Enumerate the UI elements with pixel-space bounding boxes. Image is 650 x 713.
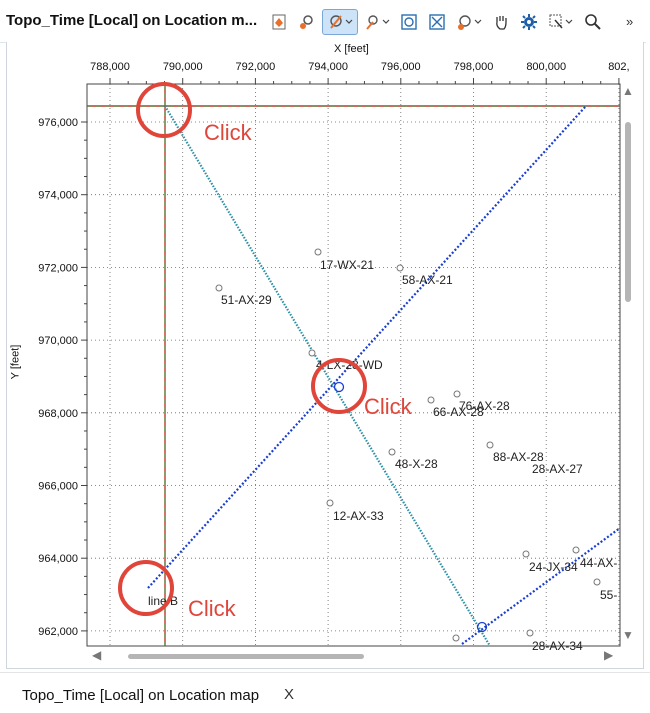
x-tick-label: 800,000 [526, 61, 566, 73]
seismic-line-a[interactable] [164, 105, 491, 647]
x-axis-ticks: 788,000 790,000 792,000 794,000 796,000 798,0… [90, 61, 630, 84]
scroll-down-arrow-icon[interactable]: ▼ [622, 628, 634, 642]
click-annotation-circle [136, 82, 192, 138]
well-marker[interactable]: 24-JX-34 [522, 550, 578, 574]
x-tick-label: 788,000 [90, 61, 130, 73]
horizontal-scroll-thumb[interactable] [128, 654, 364, 659]
well-marker[interactable]: 44-AX- [572, 546, 617, 570]
well-marker: 28-AX-27 [532, 462, 583, 476]
location-map-canvas[interactable]: 788,000 790,000 792,000 794,000 796,000 798,0… [0, 0, 650, 712]
scroll-right-arrow-icon[interactable]: ▶ [604, 648, 613, 662]
y-axis-ticks: 976,000 974,000 972,000 970,000 968,000 966,0… [38, 117, 87, 638]
scroll-left-arrow-icon[interactable]: ◀ [92, 648, 101, 662]
tab-close-icon[interactable]: X [284, 686, 294, 703]
click-annotation-label: Click [364, 394, 412, 419]
vertical-scrollbar[interactable]: ▲ ▼ [620, 84, 636, 644]
x-tick-label: 802, [608, 61, 629, 73]
vertical-scroll-thumb[interactable] [625, 122, 631, 302]
well-label: 55- [600, 588, 617, 602]
seismic-line-c[interactable] [461, 527, 621, 645]
bottom-tab-bar: Topo_Time [Local] on Location map X [0, 672, 650, 713]
tab-location-map[interactable]: Topo_Time [Local] on Location map [22, 687, 259, 704]
y-tick-label: 974,000 [38, 190, 78, 202]
click-annotation-label: Click [188, 596, 236, 621]
well-marker[interactable]: 12-AX-33 [326, 499, 384, 523]
y-tick-label: 964,000 [38, 553, 78, 565]
well-label: 24-JX-34 [529, 560, 578, 574]
well-marker[interactable]: 48-X-28 [388, 448, 438, 471]
well-label: 76-AX-28 [459, 399, 510, 413]
well-marker[interactable]: 58-AX-21 [396, 264, 453, 287]
well-label: 44-AX- [580, 556, 617, 570]
x-tick-label: 798,000 [454, 61, 494, 73]
x-tick-label: 796,000 [381, 61, 421, 73]
well-marker[interactable]: 88-AX-28 [486, 441, 544, 464]
y-tick-label: 962,000 [38, 626, 78, 638]
y-tick-label: 968,000 [38, 408, 78, 420]
horizontal-scrollbar[interactable]: ◀ ▶ [92, 648, 620, 664]
well-label: 17-WX-21 [320, 258, 374, 272]
click-annotation-label: Click [204, 120, 252, 145]
x-tick-label: 792,000 [236, 61, 276, 73]
well-marker[interactable]: 17-WX-21 [314, 248, 374, 272]
well-label: 12-AX-33 [333, 509, 384, 523]
well-label: 48-X-28 [395, 457, 438, 471]
well-marker[interactable]: 55- [593, 578, 617, 602]
well-label: 58-AX-21 [402, 273, 453, 287]
well-label: 28-AX-27 [532, 462, 583, 476]
y-tick-label: 972,000 [38, 262, 78, 274]
x-tick-label: 794,000 [308, 61, 348, 73]
well-label: 51-AX-29 [221, 293, 272, 307]
x-tick-label: 790,000 [163, 61, 203, 73]
scroll-up-arrow-icon[interactable]: ▲ [622, 84, 634, 98]
well-marker[interactable]: 51-AX-29 [215, 284, 272, 307]
well-marker[interactable]: 76-AX-28 [453, 390, 510, 413]
y-tick-label: 966,000 [38, 481, 78, 493]
click-annotation-circle [118, 560, 174, 616]
y-tick-label: 976,000 [38, 117, 78, 129]
y-tick-label: 970,000 [38, 335, 78, 347]
intersection-marker[interactable] [333, 381, 345, 393]
